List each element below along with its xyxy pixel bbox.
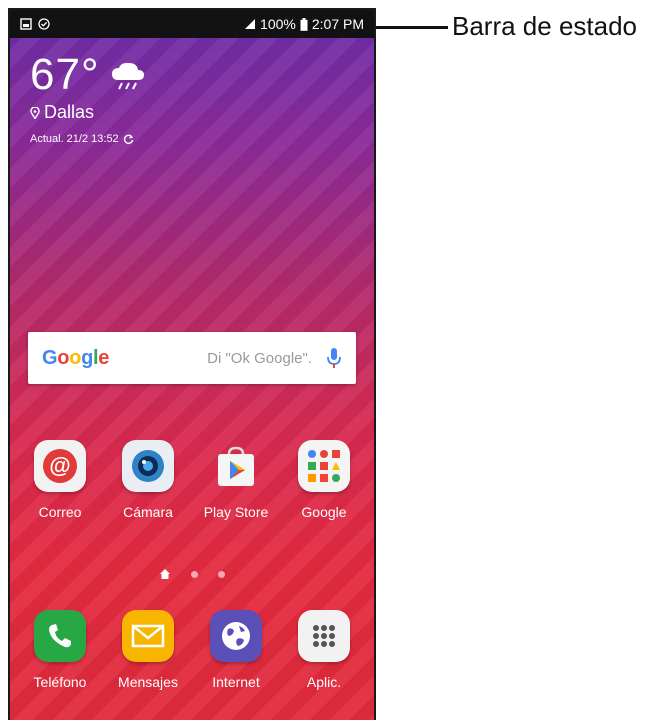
temperature: 67°: [30, 50, 100, 99]
battery-icon: [300, 17, 308, 31]
callout-label: Barra de estado: [452, 11, 638, 41]
weather-widget[interactable]: 67° Dallas Actual. 21/2 13:52: [30, 50, 148, 145]
gallery-notification-icon: [20, 18, 32, 30]
app-row-dock: Teléfono Mensajes Internet Aplic.: [10, 610, 374, 690]
page-dot[interactable]: [191, 570, 198, 578]
apps-grid-icon[interactable]: [298, 610, 350, 662]
app-label: Google: [301, 504, 347, 520]
app-play-store[interactable]: Play Store: [193, 440, 279, 520]
app-label: Internet: [212, 674, 260, 690]
app-correo[interactable]: @ Correo: [17, 440, 103, 520]
internet-icon[interactable]: [210, 610, 262, 662]
app-mensajes[interactable]: Mensajes: [105, 610, 191, 690]
battery-percentage: 100%: [260, 16, 296, 32]
app-row-1: @ Correo Cámara Play Store Google: [10, 440, 374, 520]
location-pin-icon: [30, 106, 40, 119]
callout-line: [376, 26, 448, 29]
app-aplic[interactable]: Aplic.: [281, 610, 367, 690]
search-hint: Di "Ok Google".: [207, 349, 312, 367]
google-search-bar[interactable]: Google Di "Ok Google".: [28, 332, 356, 384]
app-label: Correo: [38, 504, 82, 520]
city-name: Dallas: [44, 102, 95, 122]
status-left: [20, 18, 50, 30]
refresh-icon[interactable]: [123, 134, 134, 145]
clock: 2:07 PM: [311, 16, 364, 32]
app-camara[interactable]: Cámara: [105, 440, 191, 520]
google-logo: Google: [42, 346, 110, 369]
app-telefono[interactable]: Teléfono: [17, 610, 103, 690]
google-folder-icon[interactable]: [298, 440, 350, 492]
camera-icon[interactable]: [122, 440, 174, 492]
update-time: Actual. 21/2 13:52: [30, 133, 119, 145]
check-circle-icon: [38, 18, 50, 30]
messages-icon[interactable]: [122, 610, 174, 662]
page-dot[interactable]: [218, 570, 225, 578]
play-store-icon[interactable]: [210, 440, 262, 492]
app-internet[interactable]: Internet: [193, 610, 279, 690]
signal-icon: [245, 19, 256, 29]
app-label: Mensajes: [118, 674, 178, 690]
temperature-row: 67°: [30, 50, 148, 100]
cloud-rain-icon: [111, 62, 144, 90]
app-label: Cámara: [123, 504, 173, 520]
app-label: Aplic.: [306, 674, 342, 690]
microphone-icon[interactable]: [326, 346, 342, 370]
email-icon[interactable]: @: [34, 440, 86, 492]
phone-screen: 100% 2:07 PM 67° Dallas Actual. 21/2 13:…: [8, 8, 376, 720]
app-google-folder[interactable]: Google: [281, 440, 367, 520]
city-row: Dallas: [30, 102, 148, 123]
svg-text:@: @: [49, 453, 70, 478]
app-label: Teléfono: [33, 674, 87, 690]
update-row: Actual. 21/2 13:52: [30, 133, 148, 145]
page-indicator[interactable]: [10, 568, 374, 580]
app-label: Play Store: [203, 504, 269, 520]
phone-icon[interactable]: [34, 610, 86, 662]
status-bar[interactable]: 100% 2:07 PM: [10, 10, 374, 38]
home-page-icon[interactable]: [159, 568, 171, 580]
status-right: 100% 2:07 PM: [244, 16, 364, 32]
